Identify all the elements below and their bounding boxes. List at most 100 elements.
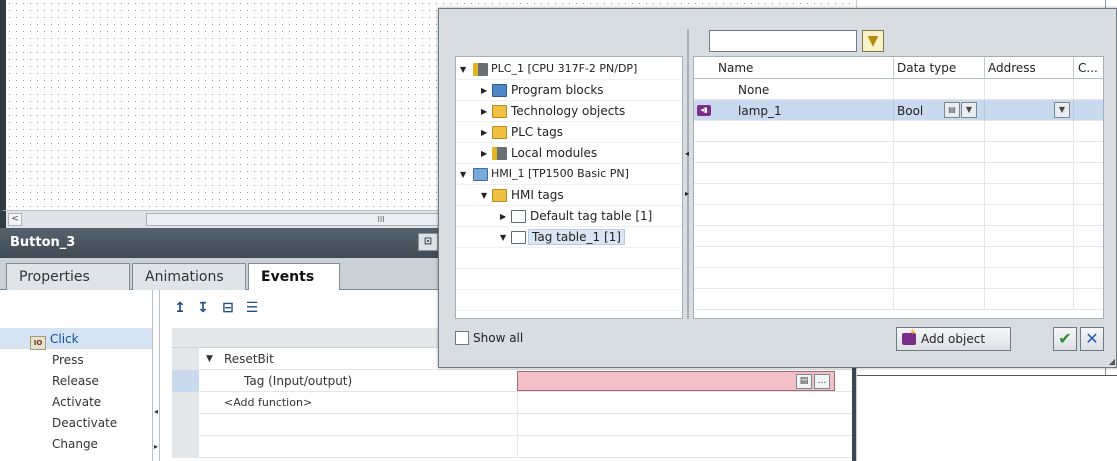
column-header-address[interactable]: Address: [988, 61, 1036, 75]
tree-empty-row: [456, 290, 682, 311]
ok-button[interactable]: ✔: [1053, 327, 1077, 351]
tab-properties[interactable]: Properties: [6, 263, 130, 290]
column-divider: [893, 142, 894, 163]
tree-item-label: PLC tags: [511, 125, 564, 139]
tree-item-program-blocks[interactable]: ▶ Program blocks: [456, 80, 682, 101]
tag-parameter-field[interactable]: ▤ ...: [517, 371, 835, 391]
collapsed-triangle-icon[interactable]: ▶: [481, 128, 487, 137]
add-function-row[interactable]: <Add function>: [172, 392, 852, 414]
column-divider: [1073, 57, 1074, 79]
tag-row-none[interactable]: None: [694, 79, 1103, 100]
tag-table-icon: [511, 231, 526, 244]
show-all-label: Show all: [473, 331, 524, 345]
scroll-left-arrow-icon[interactable]: <: [8, 213, 22, 226]
funnel-icon[interactable]: ▼: [862, 30, 884, 52]
event-item-click[interactable]: IO Click: [0, 328, 160, 350]
column-divider: [984, 268, 985, 289]
tag-row-lamp-1[interactable]: ◂▮ lamp_1 Bool ▤ ▼ ▼: [694, 100, 1103, 121]
tag-icon: ◂▮: [697, 105, 711, 116]
show-all-checkbox[interactable]: Show all: [455, 331, 523, 345]
tag-selection-popup[interactable]: ▼ PLC_1 [CPU 317F-2 PN/DP] ▶ Program blo…: [438, 8, 1117, 368]
data-type-list-icon[interactable]: ▤: [944, 102, 960, 118]
event-list-splitter[interactable]: ◂ ▸: [152, 290, 160, 461]
collapsed-triangle-icon[interactable]: ▶: [500, 212, 506, 221]
add-function-label[interactable]: <Add function>: [224, 396, 312, 409]
column-divider: [1073, 100, 1074, 121]
column-header-name[interactable]: Name: [718, 61, 753, 75]
column-header-data-type[interactable]: Data type: [897, 61, 956, 75]
column-divider: [984, 57, 985, 79]
chevron-down-icon[interactable]: ▼: [961, 102, 977, 118]
column-divider: [517, 392, 518, 414]
expanded-triangle-icon[interactable]: ▼: [500, 233, 506, 242]
move-up-icon[interactable]: ↥: [170, 298, 190, 318]
module-icon: [492, 147, 507, 160]
event-item-press[interactable]: Press: [0, 349, 160, 370]
expanded-triangle-icon[interactable]: ▼: [460, 170, 466, 179]
empty-row: [694, 247, 1103, 268]
technology-objects-icon: [492, 105, 507, 118]
hmi-icon: [473, 168, 488, 181]
collapse-arrow-icon[interactable]: ◂: [154, 407, 158, 416]
address-dropdown-icon[interactable]: ▼: [1054, 102, 1070, 118]
tree-item-technology-objects[interactable]: ▶ Technology objects: [456, 101, 682, 122]
collapse-all-icon[interactable]: ⊟: [218, 298, 238, 318]
empty-row: [172, 414, 852, 436]
resize-grip-icon[interactable]: ◢: [1109, 357, 1115, 366]
add-object-label: Add object: [921, 332, 986, 346]
event-item-deactivate[interactable]: Deactivate: [0, 412, 160, 433]
column-divider: [893, 226, 894, 247]
column-header-comment[interactable]: C...: [1078, 61, 1098, 75]
checkbox-icon[interactable]: [455, 331, 469, 345]
tree-item-local-modules[interactable]: ▶ Local modules: [456, 143, 682, 164]
tab-animations[interactable]: Animations: [132, 263, 246, 290]
tag-table-icon: [511, 210, 526, 223]
tag-name: None: [738, 83, 770, 97]
collapsed-triangle-icon[interactable]: ▶: [481, 149, 487, 158]
column-divider: [984, 289, 985, 310]
parameter-row[interactable]: Tag (Input/output) ▤ ...: [172, 370, 852, 392]
tree-item-label: HMI tags: [511, 188, 564, 202]
tree-item-tag-table-1[interactable]: ▼ Tag table_1 [1]: [456, 227, 682, 248]
tree-item-hmi[interactable]: ▼ HMI_1 [TP1500 Basic PN]: [456, 164, 682, 185]
cancel-button[interactable]: ✕: [1080, 327, 1104, 351]
inspector-title: Button_3: [10, 235, 76, 250]
column-divider: [893, 121, 894, 142]
column-divider: [984, 226, 985, 247]
add-object-button[interactable]: Add object: [896, 327, 1011, 351]
expand-arrow-icon[interactable]: ▸: [685, 189, 689, 198]
tree-empty-row: [456, 248, 682, 269]
column-divider: [517, 414, 518, 436]
panel-divider: [857, 375, 1117, 376]
collapsed-triangle-icon[interactable]: ▶: [481, 107, 487, 116]
tree-item-hmi-tags[interactable]: ▼ HMI tags: [456, 185, 682, 206]
project-tree: ▼ PLC_1 [CPU 317F-2 PN/DP] ▶ Program blo…: [455, 56, 683, 319]
expand-arrow-icon[interactable]: ▸: [154, 442, 158, 451]
more-options-button[interactable]: ...: [814, 374, 830, 389]
event-item-change[interactable]: Change: [0, 433, 160, 454]
tree-item-plc-tags[interactable]: ▶ PLC tags: [456, 122, 682, 143]
tree-item-plc[interactable]: ▼ PLC_1 [CPU 317F-2 PN/DP]: [456, 59, 682, 80]
column-divider: [893, 247, 894, 268]
expand-all-icon[interactable]: ☰: [242, 298, 262, 318]
collapse-arrow-icon[interactable]: ◂: [685, 149, 689, 158]
collapsed-triangle-icon[interactable]: ▶: [481, 86, 487, 95]
event-item-activate[interactable]: Activate: [0, 391, 160, 412]
popup-splitter[interactable]: ◂ ▸: [683, 29, 693, 319]
tree-item-label: PLC_1 [CPU 317F-2 PN/DP]: [491, 62, 638, 75]
splitter-bar[interactable]: [687, 29, 689, 319]
event-item-release[interactable]: Release: [0, 370, 160, 391]
filter-input[interactable]: [709, 30, 857, 52]
expanded-triangle-icon[interactable]: ▼: [481, 191, 487, 200]
expanded-triangle-icon[interactable]: ▼: [460, 65, 466, 74]
program-blocks-icon: [492, 84, 507, 97]
tab-events[interactable]: Events: [248, 263, 340, 291]
column-divider: [984, 142, 985, 163]
tree-item-default-tag-table[interactable]: ▶ Default tag table [1]: [456, 206, 682, 227]
collapse-triangle-icon[interactable]: ▼: [206, 354, 213, 364]
tag-browse-icon[interactable]: ▤: [796, 374, 812, 389]
inspector-window-icon[interactable]: ⊡: [418, 233, 438, 251]
column-divider: [1073, 205, 1074, 226]
move-down-icon[interactable]: ↧: [193, 298, 213, 318]
column-divider: [984, 184, 985, 205]
